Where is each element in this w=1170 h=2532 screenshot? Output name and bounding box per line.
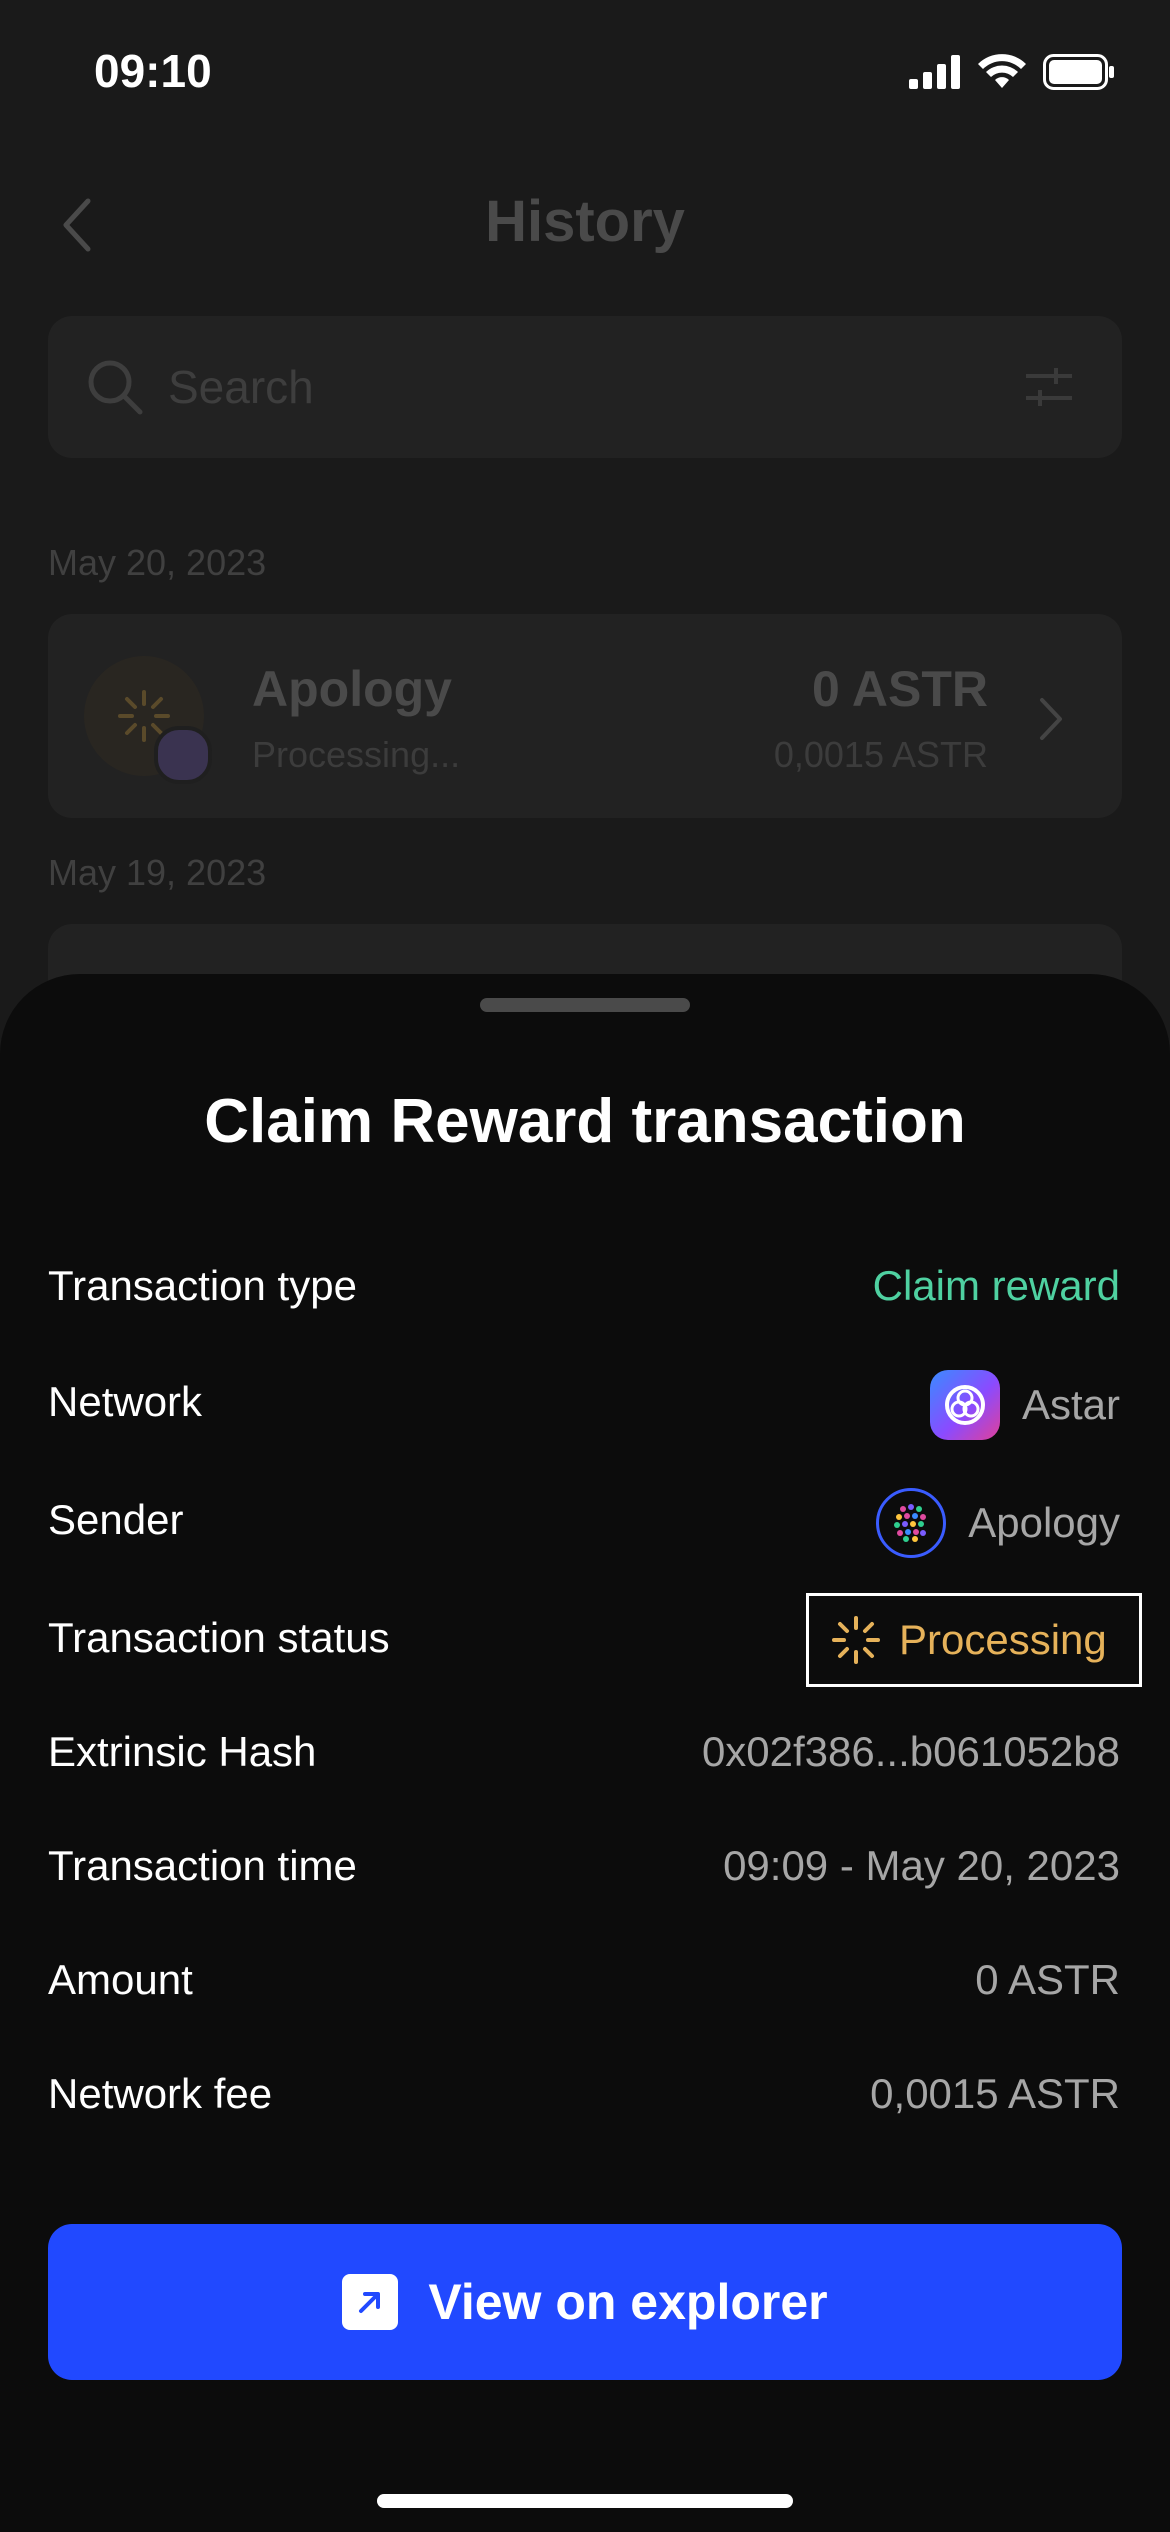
history-item-amount: 0 ASTR: [812, 661, 988, 717]
history-item-status: Processing...: [252, 734, 461, 775]
sender-avatar-icon: [876, 1488, 947, 1558]
external-link-icon: [342, 2274, 399, 2330]
transaction-time-label: Transaction time: [48, 1842, 357, 1889]
search-input[interactable]: Search: [168, 360, 314, 414]
network-label: Network: [48, 1378, 203, 1425]
network-fee-label: Network fee: [48, 2070, 273, 2117]
network-fee-value: 0,0015 ASTR: [870, 2070, 1120, 2117]
sender-name: Apology: [968, 1499, 1120, 1546]
status-text: Processing: [899, 1616, 1107, 1663]
sheet-title: Claim Reward transaction: [204, 1087, 966, 1156]
view-on-explorer-label: View on explorer: [428, 2274, 828, 2330]
network-badge-icon: [154, 726, 212, 784]
transaction-type-label: Transaction type: [48, 1262, 357, 1309]
amount-label: Amount: [48, 1956, 193, 2003]
astar-network-icon: [929, 1370, 1000, 1440]
amount-value: 0 ASTR: [975, 1956, 1120, 2003]
network-name: Astar: [1021, 1381, 1120, 1428]
page-title: History: [485, 189, 685, 254]
sender-value: Apology: [876, 1488, 1120, 1558]
transaction-type-value: Claim reward: [872, 1262, 1120, 1309]
network-value: Astar: [929, 1370, 1120, 1440]
transaction-time-value: 09:09 - May 20, 2023: [723, 1842, 1120, 1889]
chevron-right-icon: [1040, 698, 1062, 740]
transaction-status-label: Transaction status: [48, 1614, 390, 1661]
extrinsic-hash-label: Extrinsic Hash: [48, 1728, 317, 1775]
sheet-drag-handle[interactable]: [480, 998, 690, 1012]
history-item-fee: 0,0015 ASTR: [773, 734, 988, 775]
home-indicator[interactable]: [377, 2494, 793, 2508]
search-icon: [88, 360, 143, 415]
transaction-status-value: Processing: [806, 1593, 1142, 1687]
view-on-explorer-button[interactable]: View on explorer: [48, 2224, 1122, 2380]
history-item-name: Apology: [252, 661, 452, 717]
date-group-label: May 20, 2023: [48, 542, 267, 583]
date-group-label: May 19, 2023: [48, 852, 267, 893]
sender-label: Sender: [48, 1496, 184, 1543]
filter-sliders-icon[interactable]: [1024, 362, 1074, 412]
extrinsic-hash-value[interactable]: 0x02f386...b061052b8: [702, 1728, 1120, 1776]
processing-spinner-icon: [832, 1616, 880, 1664]
